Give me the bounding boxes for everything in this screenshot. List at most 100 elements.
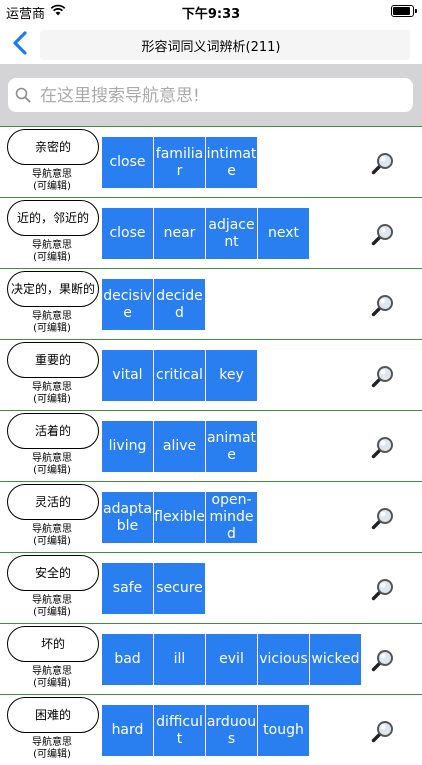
synonym-group: hard difficult arduous tough	[102, 705, 309, 756]
synonym-word-button[interactable]: animate	[206, 421, 257, 472]
magnifier-icon[interactable]	[371, 222, 395, 246]
navigation-bar: 形容词同义词辨析(211)	[0, 22, 422, 64]
editable-hint: 导航意思 (可编辑)	[20, 524, 84, 548]
list-item: 困难的导航意思 (可编辑) hard difficult arduous tough	[0, 694, 422, 765]
synonym-word-button[interactable]: arduous	[206, 705, 257, 756]
synonym-group: close near adjacent next	[102, 208, 309, 259]
synonym-word-button[interactable]: ill	[154, 634, 205, 685]
synonym-word-button[interactable]: alive	[154, 421, 205, 472]
list-item: 近的，邻近的导航意思 (可编辑) close near adjacent next	[0, 197, 422, 268]
editable-hint: 导航意思 (可编辑)	[20, 382, 84, 406]
list-item: 重要的导航意思 (可编辑) vital critical key	[0, 339, 422, 410]
meaning-label[interactable]: 重要的	[7, 342, 99, 378]
synonym-word-button[interactable]: next	[258, 208, 309, 259]
synonym-word-button[interactable]: tough	[258, 705, 309, 756]
hint-line: 导航意思	[32, 169, 72, 180]
synonym-word-button[interactable]: adjacent	[206, 208, 257, 259]
synonym-group: safe secure	[102, 563, 205, 614]
meaning-label[interactable]: 亲密的	[7, 129, 99, 165]
magnifier-icon[interactable]	[371, 506, 395, 530]
list-item: 坏的导航意思 (可编辑) bad ill evil vicious wicked	[0, 623, 422, 694]
synonym-list: 亲密的 导航意思 (可编辑) close familiar intimate 近的，邻近的导…	[0, 126, 422, 765]
synonym-word-button[interactable]: key	[206, 350, 257, 401]
editable-hint: 导航意思 (可编辑)	[20, 453, 84, 477]
synonym-word-button[interactable]: evil	[206, 634, 257, 685]
synonym-word-button[interactable]: open-minded	[206, 492, 257, 543]
search-field[interactable]	[8, 78, 413, 114]
hint-line: (可编辑)	[33, 749, 71, 760]
list-item: 灵活的导航意思 (可编辑) adaptable flexible open-minded	[0, 481, 422, 552]
search-input[interactable]	[38, 78, 402, 114]
synonym-group: vital critical key	[102, 350, 257, 401]
magnifier-icon[interactable]	[371, 364, 395, 388]
synonym-word-button[interactable]: safe	[102, 563, 153, 614]
hint-line: 导航意思	[32, 240, 72, 251]
hint-line: 导航意思	[32, 524, 72, 535]
magnifier-icon[interactable]	[371, 151, 395, 175]
magnifier-icon[interactable]	[371, 719, 395, 743]
hint-line: (可编辑)	[33, 394, 71, 405]
synonym-word-button[interactable]: close	[102, 208, 153, 259]
list-item: 安全的导航意思 (可编辑) safe secure	[0, 552, 422, 623]
editable-hint: 导航意思 (可编辑)	[20, 666, 84, 690]
magnifier-icon[interactable]	[371, 435, 395, 459]
hint-line: 导航意思	[32, 453, 72, 464]
meaning-label[interactable]: 坏的	[7, 626, 99, 662]
synonym-word-button[interactable]: familiar	[154, 137, 205, 188]
synonym-word-button[interactable]: vital	[102, 350, 153, 401]
editable-hint: 导航意思 (可编辑)	[20, 311, 84, 335]
editable-hint: 导航意思 (可编辑)	[20, 240, 84, 264]
synonym-word-button[interactable]: close	[102, 137, 153, 188]
hint-line: (可编辑)	[33, 181, 71, 192]
synonym-word-button[interactable]: intimate	[206, 137, 257, 188]
hint-line: 导航意思	[32, 666, 72, 677]
magnifier-icon[interactable]	[371, 293, 395, 317]
magnifier-icon[interactable]	[371, 577, 395, 601]
editable-hint: 导航意思 (可编辑)	[20, 737, 84, 761]
search-icon	[15, 87, 31, 103]
editable-hint: 导航意思 (可编辑)	[20, 595, 84, 619]
meaning-label[interactable]: 灵活的	[7, 484, 99, 520]
hint-line: 导航意思	[32, 311, 72, 322]
hint-line: (可编辑)	[33, 252, 71, 263]
synonym-group: close familiar intimate	[102, 137, 257, 188]
hint-line: 导航意思	[32, 737, 72, 748]
synonym-word-button[interactable]: hard	[102, 705, 153, 756]
synonym-group: decisive decided	[102, 279, 205, 330]
clock: 下午9:33	[181, 7, 241, 22]
synonym-word-button[interactable]: decisive	[102, 279, 153, 330]
list-item: 亲密的导航意思 (可编辑) close familiar intimate	[0, 126, 422, 197]
meaning-label[interactable]: 活着的	[7, 413, 99, 449]
hint-line: (可编辑)	[33, 536, 71, 547]
synonym-word-button[interactable]: vicious	[258, 634, 309, 685]
hint-line: 导航意思	[32, 382, 72, 393]
hint-line: (可编辑)	[33, 678, 71, 689]
synonym-word-button[interactable]: living	[102, 421, 153, 472]
synonym-group: adaptable flexible open-minded	[102, 492, 257, 543]
meaning-label[interactable]: 安全的	[7, 555, 99, 591]
hint-line: (可编辑)	[33, 607, 71, 618]
meaning-label[interactable]: 决定的，果断的	[7, 271, 99, 307]
editable-hint: 导航意思 (可编辑)	[20, 169, 84, 193]
meaning-label[interactable]: 困难的	[7, 697, 99, 733]
hint-line: (可编辑)	[33, 465, 71, 476]
synonym-group: bad ill evil vicious wicked	[102, 634, 361, 685]
synonym-word-button[interactable]: secure	[154, 563, 205, 614]
synonym-word-button[interactable]: decided	[154, 279, 205, 330]
synonym-word-button[interactable]: difficult	[154, 705, 205, 756]
hint-line: 导航意思	[32, 595, 72, 606]
search-bar	[0, 64, 422, 126]
magnifier-icon[interactable]	[371, 648, 395, 672]
synonym-word-button[interactable]: bad	[102, 634, 153, 685]
synonym-word-button[interactable]: wicked	[310, 634, 361, 685]
synonym-word-button[interactable]: adaptable	[102, 492, 153, 543]
synonym-word-button[interactable]: near	[154, 208, 205, 259]
battery-icon	[391, 5, 417, 17]
list-item: 活着的导航意思 (可编辑) living alive animate	[0, 410, 422, 481]
synonym-word-button[interactable]: flexible	[154, 492, 205, 543]
synonym-group: living alive animate	[102, 421, 257, 472]
page-title: 形容词同义词辨析(211)	[141, 40, 281, 55]
synonym-word-button[interactable]: critical	[154, 350, 205, 401]
status-bar: 运营商 下午9:33	[0, 0, 422, 22]
meaning-label[interactable]: 近的，邻近的	[7, 200, 99, 236]
